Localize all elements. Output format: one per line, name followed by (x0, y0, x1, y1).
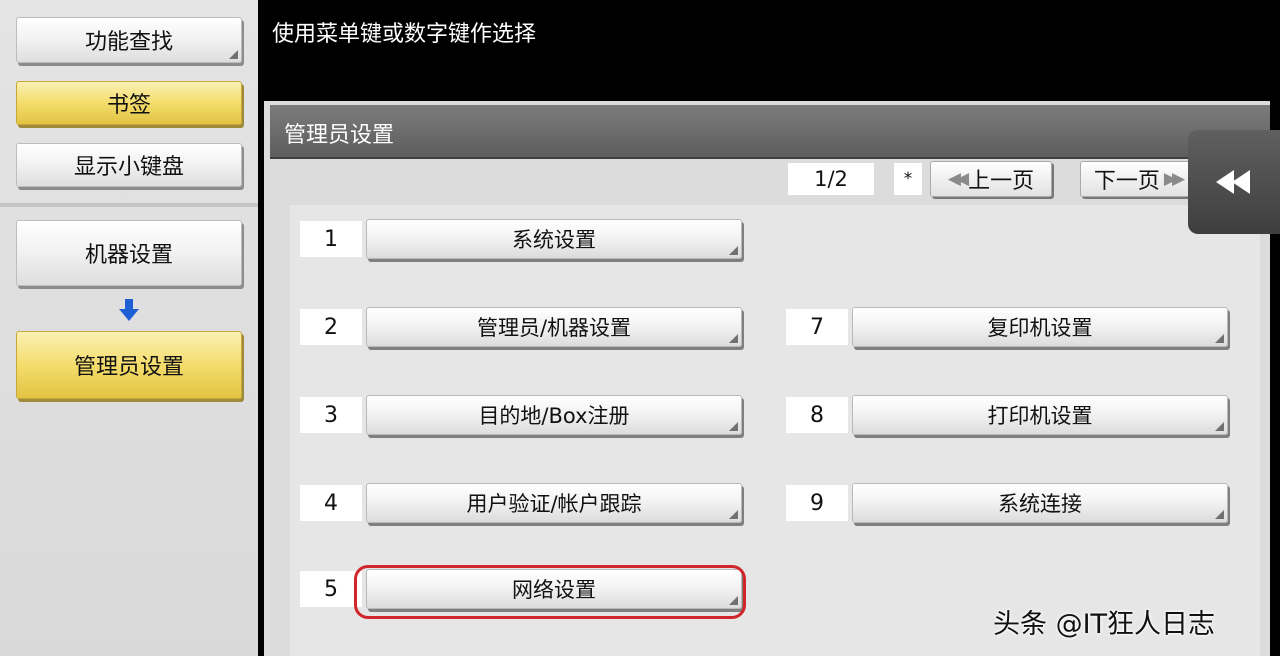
corner-triangle-icon (729, 246, 738, 255)
prev-page-button[interactable]: ◀◀ 上一页 (930, 161, 1052, 197)
double-left-arrow-icon: ◀◀ (947, 169, 969, 189)
menu-number: 5 (300, 571, 362, 607)
instruction-text: 使用菜单键或数字键作选择 (272, 22, 537, 47)
user-auth-account-track-button[interactable]: 用户验证/帐户跟踪 (366, 483, 742, 523)
menu-item-label: 复印机设置 (987, 316, 1093, 340)
corner-triangle-icon (229, 50, 238, 59)
panel-header: 管理员设置 (270, 105, 1270, 159)
next-page-button[interactable]: 下一页 ▶▶ (1080, 161, 1194, 197)
admin-settings-label: 管理员设置 (73, 355, 184, 380)
corner-triangle-icon (1215, 334, 1224, 343)
page-title: 管理员设置 (284, 123, 395, 148)
destination-box-register-button[interactable]: 目的地/Box注册 (366, 395, 742, 435)
double-left-arrow-icon (1216, 170, 1250, 194)
bookmark-button[interactable]: 书签 (16, 81, 242, 125)
bookmark-label: 书签 (106, 93, 151, 118)
menu-number: 8 (786, 397, 848, 433)
admin-machine-settings-button[interactable]: 管理员/机器设置 (366, 307, 742, 347)
menu-number: 7 (786, 309, 848, 345)
prev-page-label: 上一页 (968, 169, 1035, 194)
corner-triangle-icon (729, 422, 738, 431)
menu-number: 2 (300, 309, 362, 345)
page-indicator: 1/2 (788, 163, 874, 195)
left-sidebar: 功能查找 书签 显示小键盘 机器设置 管理员设置 (0, 0, 258, 656)
show-keypad-label: 显示小键盘 (73, 155, 184, 180)
printer-settings-button[interactable]: 打印机设置 (852, 395, 1228, 435)
function-search-label: 功能查找 (84, 30, 173, 55)
menu-item-label: 打印机设置 (987, 404, 1093, 428)
menu-number: 9 (786, 485, 848, 521)
sidebar-divider (0, 203, 258, 207)
double-right-arrow-icon: ▶▶ (1163, 169, 1185, 189)
admin-settings-button[interactable]: 管理员设置 (16, 331, 242, 399)
function-search-button[interactable]: 功能查找 (16, 17, 242, 63)
system-connection-button[interactable]: 系统连接 (852, 483, 1228, 523)
menu-item-label: 系统连接 (998, 492, 1082, 516)
menu-number: 4 (300, 485, 362, 521)
back-button[interactable] (1188, 130, 1280, 234)
selection-highlight (354, 565, 746, 619)
copier-settings-button[interactable]: 复印机设置 (852, 307, 1228, 347)
menu-item-label: 系统设置 (512, 228, 596, 252)
arrow-down-icon (119, 299, 139, 321)
corner-triangle-icon (729, 334, 738, 343)
message-bar: 使用菜单键或数字键作选择 (258, 0, 1280, 101)
machine-settings-button[interactable]: 机器设置 (16, 220, 242, 286)
corner-triangle-icon (729, 510, 738, 519)
menu-number: 1 (300, 221, 362, 257)
star-button[interactable]: * (894, 163, 922, 195)
corner-triangle-icon (1215, 510, 1224, 519)
menu-item-label: 用户验证/帐户跟踪 (466, 492, 642, 516)
system-settings-button[interactable]: 系统设置 (366, 219, 742, 259)
menu-item-label: 管理员/机器设置 (476, 316, 632, 340)
next-page-label: 下一页 (1093, 169, 1160, 194)
menu-item-label: 目的地/Box注册 (478, 404, 630, 428)
machine-settings-label: 机器设置 (84, 243, 173, 268)
menu-number: 3 (300, 397, 362, 433)
show-keypad-button[interactable]: 显示小键盘 (16, 143, 242, 187)
watermark: 头条 @IT狂人日志 (993, 609, 1216, 640)
corner-triangle-icon (1215, 422, 1224, 431)
main-panel: 管理员设置 1/2 * ◀◀ 上一页 下一页 ▶▶ 1 系统设置 2 管理员/机… (258, 101, 1280, 656)
